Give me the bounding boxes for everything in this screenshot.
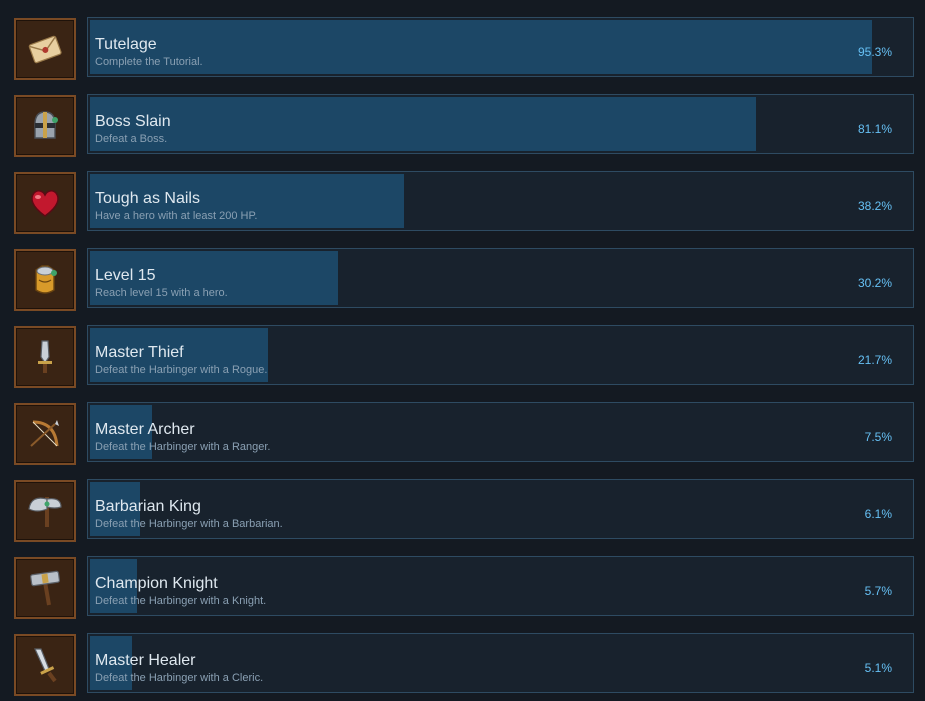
achievement-title: Boss Slain	[95, 113, 171, 130]
achievement-row[interactable]: Master Thief Defeat the Harbinger with a …	[0, 324, 925, 388]
achievement-title: Master Thief	[95, 344, 184, 361]
achievement-description: Defeat the Harbinger with a Ranger.	[95, 441, 271, 453]
achievement-progress-bar: Master Healer Defeat the Harbinger with a…	[87, 633, 914, 693]
achievement-progress-bar: Tutelage Complete the Tutorial. 95.3%	[87, 17, 914, 77]
achievement-row[interactable]: Master Healer Defeat the Harbinger with a…	[0, 632, 925, 696]
achievement-row[interactable]: Tutelage Complete the Tutorial. 95.3%	[0, 16, 925, 80]
achievement-icon-frame	[14, 18, 76, 80]
achievement-percent: 95.3%	[857, 45, 892, 59]
achievement-icon-frame	[14, 403, 76, 465]
achievement-percent: 7.5%	[864, 430, 892, 444]
achievement-title: Tutelage	[95, 36, 157, 53]
achievement-row[interactable]: Level 15 Reach level 15 with a hero. 30.2%	[0, 247, 925, 311]
achievement-percent: 21.7%	[857, 353, 892, 367]
achievement-list: Tutelage Complete the Tutorial. 95.3% Boss …	[0, 0, 925, 701]
achievement-percent: 81.1%	[857, 122, 892, 136]
achievement-title: Tough as Nails	[95, 190, 200, 207]
achievement-title: Level 15	[95, 267, 156, 284]
achievement-description: Defeat the Harbinger with a Barbarian.	[95, 518, 283, 530]
achievement-progress-bar: Master Archer Defeat the Harbinger with a…	[87, 402, 914, 462]
achievement-progress-bar: Tough as Nails Have a hero with at least …	[87, 171, 914, 231]
achievement-title: Master Healer	[95, 652, 196, 669]
helmet-icon	[25, 106, 65, 146]
envelope-icon	[25, 29, 65, 69]
achievement-icon-frame	[14, 557, 76, 619]
progress-fill	[90, 97, 756, 151]
achievement-icon-frame	[14, 326, 76, 388]
achievement-percent: 6.1%	[864, 507, 892, 521]
achievement-description: Have a hero with at least 200 HP.	[95, 210, 258, 222]
achievement-row[interactable]: Tough as Nails Have a hero with at least …	[0, 170, 925, 234]
achievement-icon-frame	[14, 634, 76, 696]
achievement-title: Champion Knight	[95, 575, 218, 592]
achievement-row[interactable]: Boss Slain Defeat a Boss. 81.1%	[0, 93, 925, 157]
achievement-row[interactable]: Barbarian King Defeat the Harbinger with …	[0, 478, 925, 542]
hammer-icon	[25, 568, 65, 608]
achievement-description: Defeat the Harbinger with a Rogue.	[95, 364, 268, 376]
achievement-progress-bar: Champion Knight Defeat the Harbinger with…	[87, 556, 914, 616]
achievement-percent: 30.2%	[857, 276, 892, 290]
achievement-title: Barbarian King	[95, 498, 201, 515]
achievement-icon-frame	[14, 480, 76, 542]
achievement-description: Defeat the Harbinger with a Knight.	[95, 595, 267, 607]
axe-icon	[25, 491, 65, 531]
bow-icon	[25, 414, 65, 454]
achievement-percent: 5.1%	[864, 661, 892, 675]
achievement-row[interactable]: Master Archer Defeat the Harbinger with a…	[0, 401, 925, 465]
achievement-percent: 38.2%	[857, 199, 892, 213]
progress-fill	[90, 20, 872, 74]
achievement-icon-frame	[14, 95, 76, 157]
achievement-progress-bar: Boss Slain Defeat a Boss. 81.1%	[87, 94, 914, 154]
armor-icon	[25, 260, 65, 300]
achievement-description: Reach level 15 with a hero.	[95, 287, 228, 299]
achievement-icon-frame	[14, 172, 76, 234]
achievement-title: Master Archer	[95, 421, 195, 438]
achievement-progress-bar: Barbarian King Defeat the Harbinger with …	[87, 479, 914, 539]
achievement-progress-bar: Master Thief Defeat the Harbinger with a …	[87, 325, 914, 385]
achievement-description: Defeat a Boss.	[95, 133, 168, 145]
heart-icon	[25, 183, 65, 223]
achievement-description: Complete the Tutorial.	[95, 56, 203, 68]
achievement-progress-bar: Level 15 Reach level 15 with a hero. 30.2%	[87, 248, 914, 308]
dagger-icon	[25, 337, 65, 377]
sword-icon	[25, 645, 65, 685]
achievement-percent: 5.7%	[864, 584, 892, 598]
achievement-description: Defeat the Harbinger with a Cleric.	[95, 672, 264, 684]
achievement-row[interactable]: Champion Knight Defeat the Harbinger with…	[0, 555, 925, 619]
achievement-icon-frame	[14, 249, 76, 311]
